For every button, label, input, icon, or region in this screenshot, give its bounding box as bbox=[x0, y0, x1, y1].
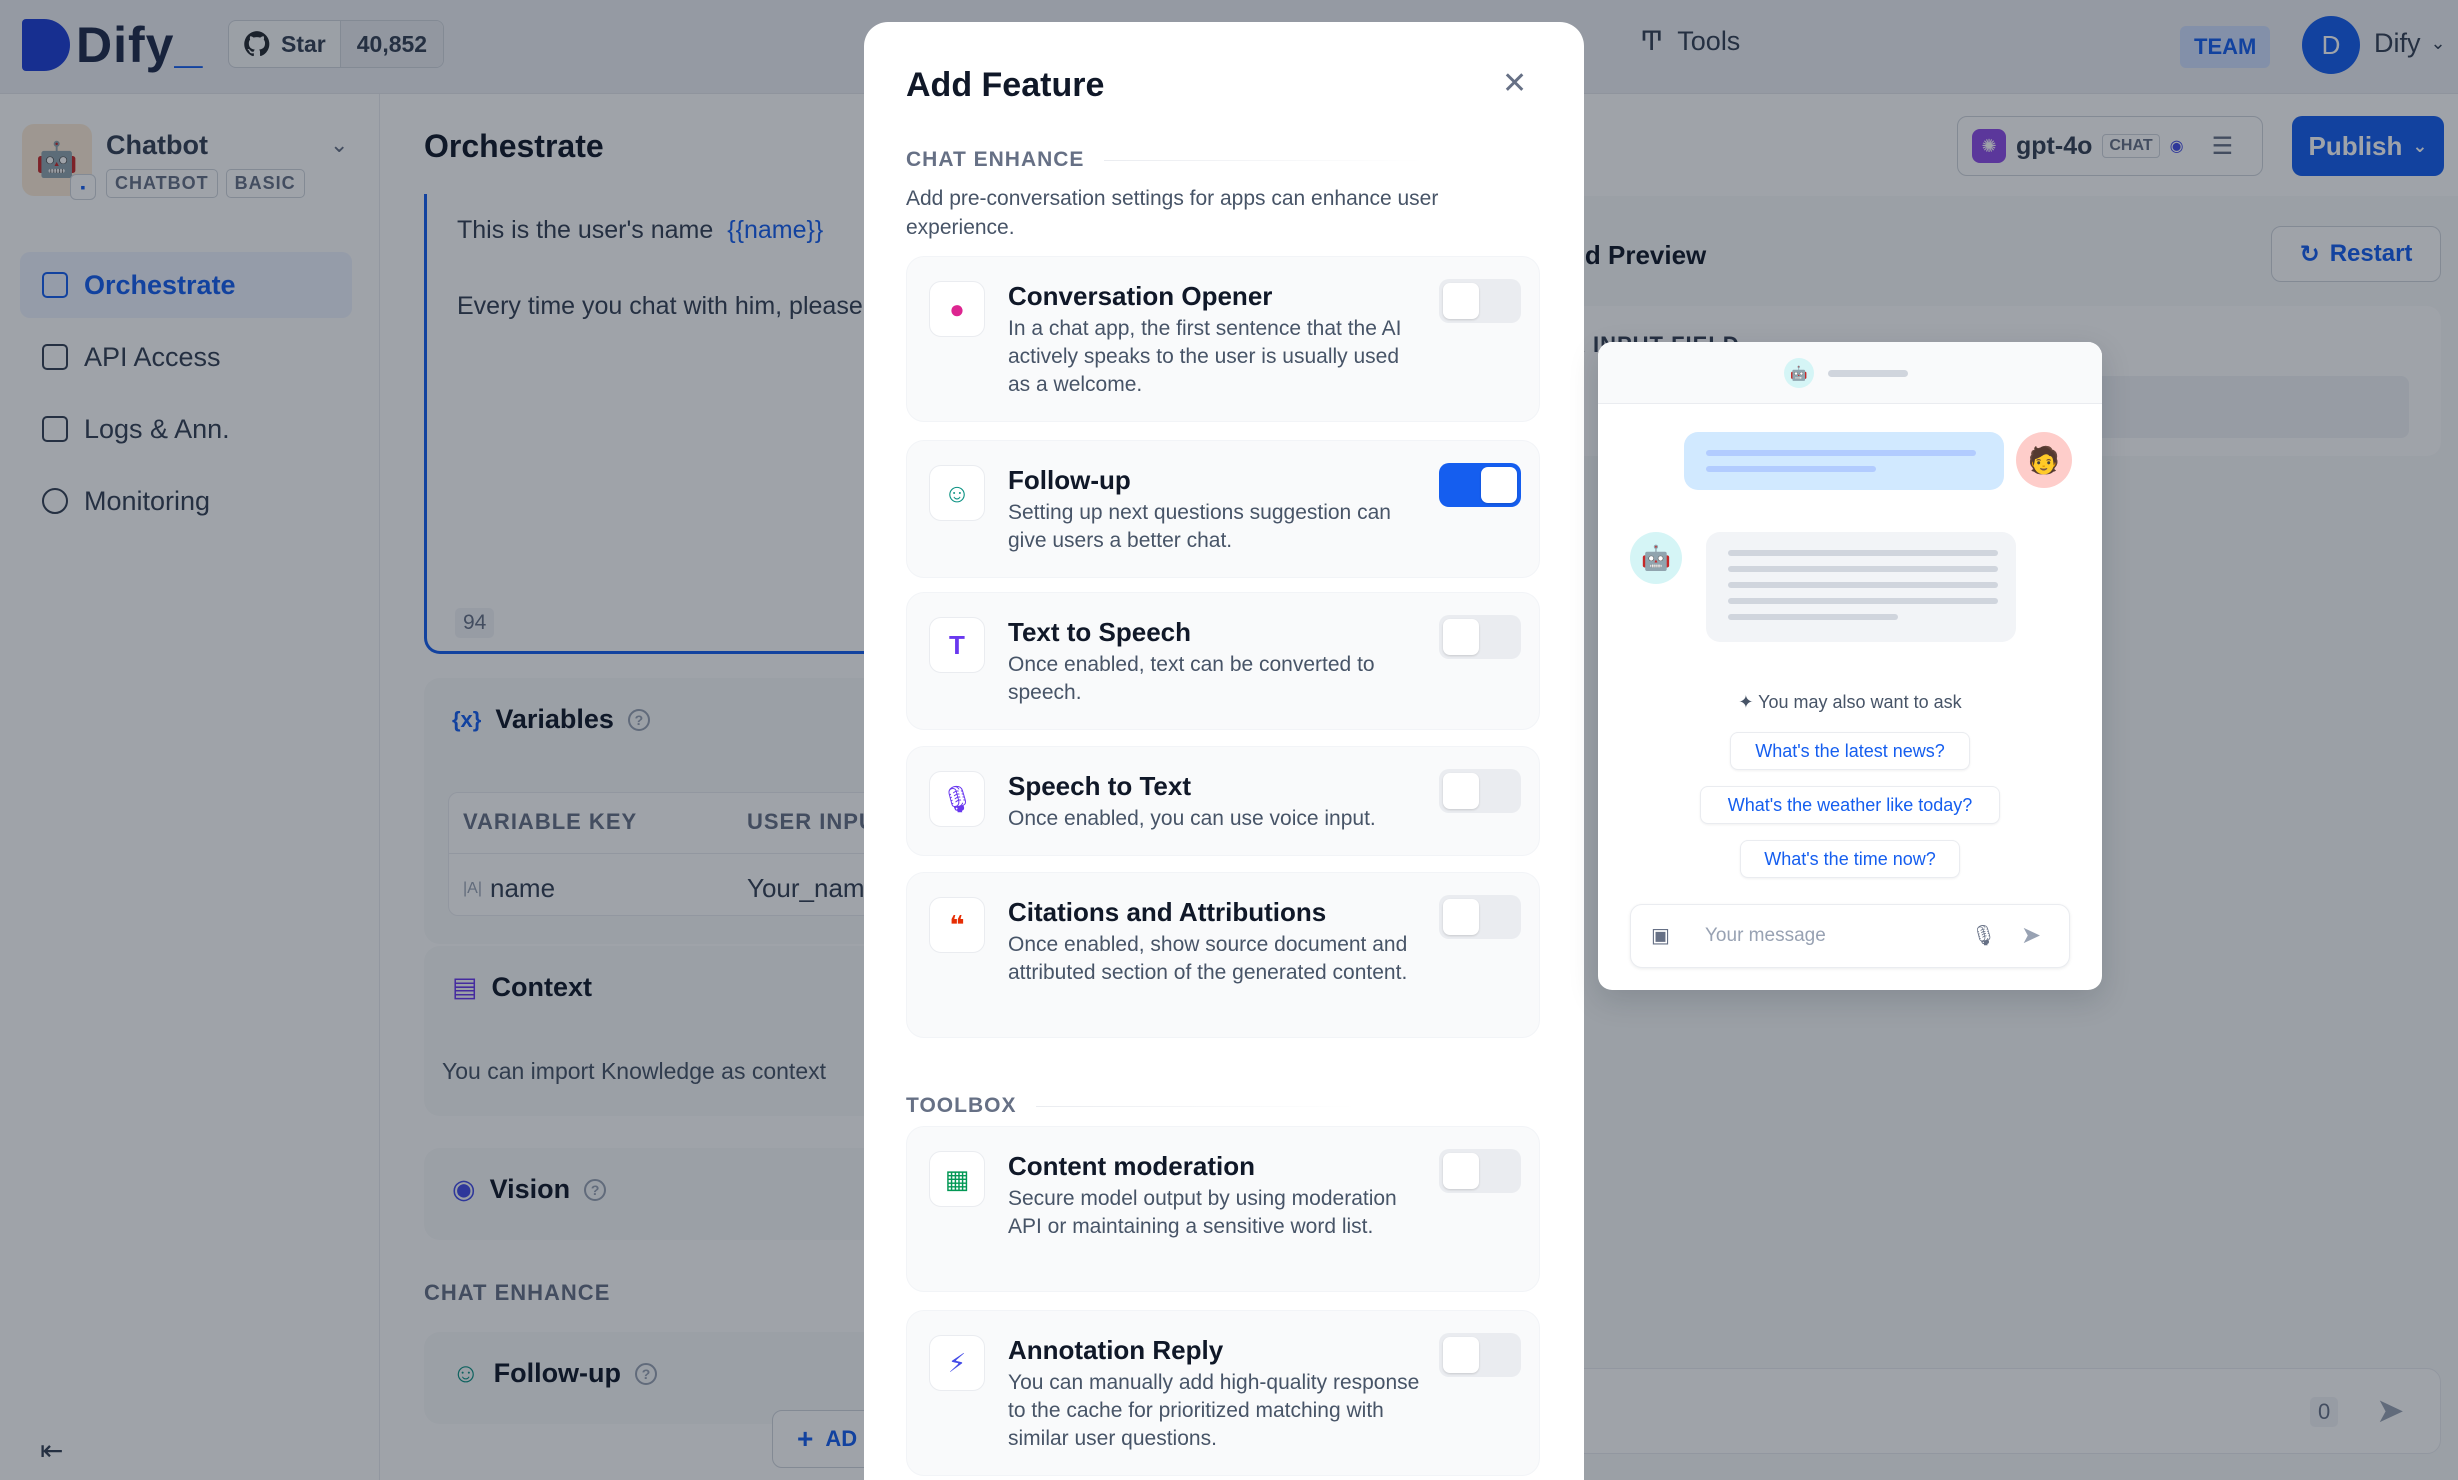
feature-desc: Setting up next questions suggestion can… bbox=[1008, 501, 1391, 552]
send-icon[interactable]: ➤ bbox=[2021, 921, 2041, 950]
feature-desc: Once enabled, show source document and a… bbox=[1008, 933, 1408, 984]
suggested-question[interactable]: What's the latest news? bbox=[1730, 732, 1970, 770]
feature-desc: In a chat app, the first sentence that t… bbox=[1008, 317, 1402, 396]
chat-bubble-icon: ● bbox=[929, 281, 985, 337]
bot-avatar-icon: 🤖 bbox=[1630, 532, 1682, 584]
feature-content-moderation: ▦ Content moderation Secure model output… bbox=[906, 1126, 1540, 1292]
feature-conversation-opener: ● Conversation Opener In a chat app, the… bbox=[906, 256, 1540, 422]
feature-name: Text to Speech bbox=[1008, 617, 1192, 647]
feature-desc: Once enabled, text can be converted to s… bbox=[1008, 653, 1375, 704]
chat-enhance-desc: Add pre-conversation settings for apps c… bbox=[906, 187, 1439, 239]
text-placeholder-line bbox=[1728, 582, 1998, 588]
add-feature-modal: Add Feature ✕ CHAT ENHANCE Add pre-conve… bbox=[864, 22, 1584, 1480]
text-placeholder-line bbox=[1706, 450, 1976, 456]
preview-header: 🤖 bbox=[1598, 342, 2102, 404]
microphone-icon: 🎙 bbox=[929, 771, 985, 827]
text-placeholder-line bbox=[1728, 614, 1898, 620]
feature-name: Speech to Text bbox=[1008, 771, 1192, 801]
feature-preview-card: 🤖 🧑 🤖 ✦ You may also want to ask What's … bbox=[1598, 342, 2102, 990]
conversation-opener-toggle[interactable] bbox=[1439, 279, 1521, 323]
moderation-icon: ▦ bbox=[929, 1151, 985, 1207]
feature-follow-up: ☺ Follow-up Setting up next questions su… bbox=[906, 440, 1540, 578]
suggestion-label: ✦ You may also want to ask bbox=[1738, 692, 1962, 712]
content-moderation-toggle[interactable] bbox=[1439, 1149, 1521, 1193]
microphone-icon[interactable]: 🎙 bbox=[1971, 923, 1996, 948]
feature-name: Follow-up bbox=[1008, 465, 1131, 495]
text-placeholder-line bbox=[1728, 550, 1998, 556]
text-placeholder-line bbox=[1728, 566, 1998, 572]
feature-desc: You can manually add high-quality respon… bbox=[1008, 1371, 1420, 1450]
preview-message-input[interactable]: ▣ Your message 🎙 ➤ bbox=[1630, 904, 2070, 968]
feature-name: Content moderation bbox=[1008, 1151, 1255, 1181]
toolbox-section-label: TOOLBOX bbox=[906, 1094, 1357, 1118]
feature-speech-to-text: 🎙 Speech to Text Once enabled, you can u… bbox=[906, 746, 1540, 856]
smile-chat-icon: ☺ bbox=[929, 465, 985, 521]
feature-name: Annotation Reply bbox=[1008, 1335, 1224, 1365]
text-placeholder-line bbox=[1706, 466, 1876, 472]
suggested-question[interactable]: What's the weather like today? bbox=[1700, 786, 2000, 824]
feature-desc: Secure model output by using moderation … bbox=[1008, 1187, 1397, 1238]
speech-to-text-toggle[interactable] bbox=[1439, 769, 1521, 813]
bot-avatar-icon: 🤖 bbox=[1784, 358, 1814, 388]
feature-annotation-reply: ⚡ Annotation Reply You can manually add … bbox=[906, 1310, 1540, 1476]
modal-title: Add Feature bbox=[906, 66, 1105, 104]
citations-toggle[interactable] bbox=[1439, 895, 1521, 939]
title-placeholder-bar bbox=[1828, 370, 1908, 377]
feature-desc: Once enabled, you can use voice input. bbox=[1008, 807, 1376, 830]
annotation-reply-toggle[interactable] bbox=[1439, 1333, 1521, 1377]
text-placeholder-line bbox=[1728, 598, 1998, 604]
close-icon[interactable]: ✕ bbox=[1502, 66, 1527, 101]
text-to-speech-icon: T bbox=[929, 617, 985, 673]
image-upload-icon[interactable]: ▣ bbox=[1651, 923, 1670, 948]
chat-enhance-section-label: CHAT ENHANCE bbox=[906, 148, 1425, 172]
suggested-question[interactable]: What's the time now? bbox=[1740, 840, 1960, 878]
user-message-bubble bbox=[1684, 432, 2004, 490]
annotation-icon: ⚡ bbox=[929, 1335, 985, 1391]
bot-message-bubble bbox=[1706, 532, 2016, 642]
feature-text-to-speech: T Text to Speech Once enabled, text can … bbox=[906, 592, 1540, 730]
text-to-speech-toggle[interactable] bbox=[1439, 615, 1521, 659]
user-avatar-icon: 🧑 bbox=[2016, 432, 2072, 488]
follow-up-toggle[interactable] bbox=[1439, 463, 1521, 507]
quote-icon: ❝ bbox=[929, 897, 985, 953]
message-placeholder: Your message bbox=[1705, 925, 1826, 946]
feature-name: Conversation Opener bbox=[1008, 281, 1273, 311]
feature-citations: ❝ Citations and Attributions Once enable… bbox=[906, 872, 1540, 1038]
feature-name: Citations and Attributions bbox=[1008, 897, 1327, 927]
